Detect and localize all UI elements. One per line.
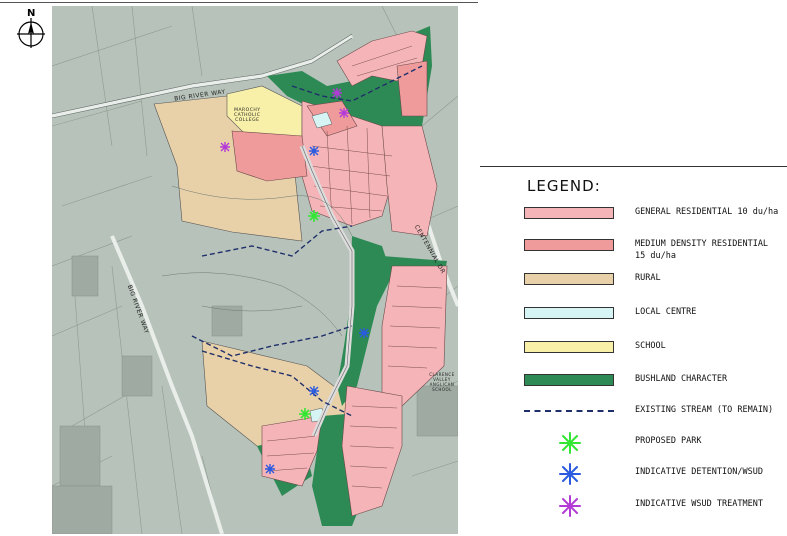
map-drawing bbox=[52, 6, 458, 534]
green-star-icon bbox=[558, 431, 582, 455]
legend-label: INDICATIVE DETENTION/WSUD bbox=[635, 467, 763, 477]
legend-label: LOCAL CENTRE bbox=[635, 307, 697, 317]
place-label-school: CLARENCE VALLEY ANGLICAN SCHOOL bbox=[429, 372, 455, 392]
site-map[interactable]: BIG RIVER WAY BIG RIVER WAY CENTENNIAL D… bbox=[52, 6, 458, 534]
legend-swatch bbox=[524, 307, 614, 319]
legend-swatch bbox=[524, 374, 614, 386]
legend-swatch bbox=[524, 341, 614, 353]
legend-label: EXISTING STREAM (TO REMAIN) bbox=[635, 405, 774, 415]
blue-star-icon bbox=[558, 462, 582, 486]
legend-item: GENERAL RESIDENTIAL 10 du/ha bbox=[524, 206, 786, 234]
north-label: N bbox=[27, 8, 36, 19]
place-label-college: MAROCHY CATHOLIC COLLEGE bbox=[234, 108, 261, 123]
legend-item: INDICATIVE WSUD TREATMENT bbox=[524, 495, 786, 526]
purple-star-icon bbox=[558, 494, 582, 518]
legend-item: SCHOOL bbox=[524, 340, 786, 368]
top-rule bbox=[0, 2, 478, 3]
legend-title: LEGEND: bbox=[527, 177, 601, 195]
legend-label: INDICATIVE WSUD TREATMENT bbox=[635, 499, 763, 509]
legend-label: MEDIUM DENSITY RESIDENTIAL 15 du/ha bbox=[635, 239, 769, 261]
legend-swatch bbox=[524, 273, 614, 285]
legend-item: INDICATIVE DETENTION/WSUD bbox=[524, 463, 786, 494]
legend-item: MEDIUM DENSITY RESIDENTIAL 15 du/ha bbox=[524, 238, 786, 266]
legend-swatch bbox=[524, 207, 614, 219]
legend-rule bbox=[480, 166, 787, 167]
legend-item: RURAL bbox=[524, 272, 786, 300]
legend-item: LOCAL CENTRE bbox=[524, 306, 786, 334]
legend-item: PROPOSED PARK bbox=[524, 432, 786, 463]
legend-swatch bbox=[524, 239, 614, 251]
legend-label: PROPOSED PARK bbox=[635, 436, 702, 446]
legend-stream-line bbox=[524, 410, 614, 412]
legend-item: EXISTING STREAM (TO REMAIN) bbox=[524, 404, 786, 432]
legend-label: RURAL bbox=[635, 273, 661, 283]
legend-label: BUSHLAND CHARACTER bbox=[635, 374, 728, 384]
legend-item: BUSHLAND CHARACTER bbox=[524, 373, 786, 401]
legend-label: GENERAL RESIDENTIAL 10 du/ha bbox=[635, 207, 779, 217]
legend-label: SCHOOL bbox=[635, 341, 666, 351]
